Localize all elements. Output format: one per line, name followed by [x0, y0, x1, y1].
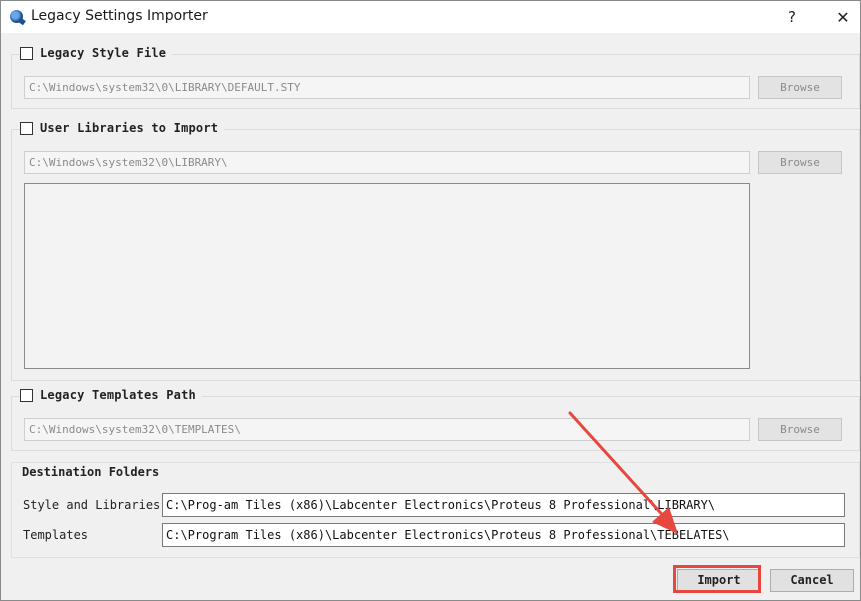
templates-field[interactable]: C:\Program Tiles (x86)\Labcenter Electro…	[162, 523, 845, 547]
legacy-style-label: Legacy Style File	[40, 46, 167, 60]
close-button[interactable]: ✕	[830, 5, 856, 29]
legacy-style-checkbox[interactable]	[20, 46, 33, 60]
app-logo-icon	[10, 10, 23, 23]
user-libraries-path-field[interactable]: C:\Windows\system32\0\LIBRARY\	[24, 151, 750, 174]
style-libraries-label: Style and Libraries	[23, 498, 161, 512]
user-libraries-label: User Libraries to Import	[40, 121, 219, 135]
import-highlight-box	[673, 565, 761, 593]
destination-folders-title: Destination Folders	[22, 465, 160, 479]
style-libraries-field[interactable]: C:\Prog-am Tiles (x86)\Labcenter Electro…	[162, 493, 845, 517]
legacy-templates-header: Legacy Templates Path	[20, 388, 202, 402]
legacy-templates-checkbox[interactable]	[20, 388, 33, 402]
window-title: Legacy Settings Importer	[31, 8, 208, 24]
legacy-templates-group: Legacy Templates Path C:\Windows\system3…	[11, 388, 860, 451]
legacy-settings-importer-dialog: Legacy Settings Importer ? ✕ Legacy Styl…	[0, 0, 861, 601]
user-libraries-checkbox[interactable]	[20, 121, 33, 135]
user-libraries-header: User Libraries to Import	[20, 121, 225, 135]
user-libraries-browse-button[interactable]: Browse	[758, 151, 842, 174]
title-bar: Legacy Settings Importer ? ✕	[1, 1, 860, 33]
destination-folders-group: Destination Folders Style and Libraries …	[11, 462, 860, 558]
help-button[interactable]: ?	[779, 5, 805, 29]
user-libraries-group: User Libraries to Import C:\Windows\syst…	[11, 121, 860, 381]
templates-label: Templates	[23, 528, 89, 542]
legacy-templates-path-field[interactable]: C:\Windows\system32\0\TEMPLATES\	[24, 418, 750, 441]
cancel-button[interactable]: Cancel	[770, 569, 854, 592]
legacy-templates-browse-button[interactable]: Browse	[758, 418, 842, 441]
legacy-style-browse-button[interactable]: Browse	[758, 76, 842, 99]
legacy-templates-label: Legacy Templates Path	[40, 388, 196, 402]
legacy-style-path-field[interactable]: C:\Windows\system32\0\LIBRARY\DEFAULT.ST…	[24, 76, 750, 99]
legacy-style-group: Legacy Style File C:\Windows\system32\0\…	[11, 46, 860, 109]
user-libraries-list[interactable]	[24, 183, 750, 369]
legacy-style-header: Legacy Style File	[20, 46, 173, 60]
